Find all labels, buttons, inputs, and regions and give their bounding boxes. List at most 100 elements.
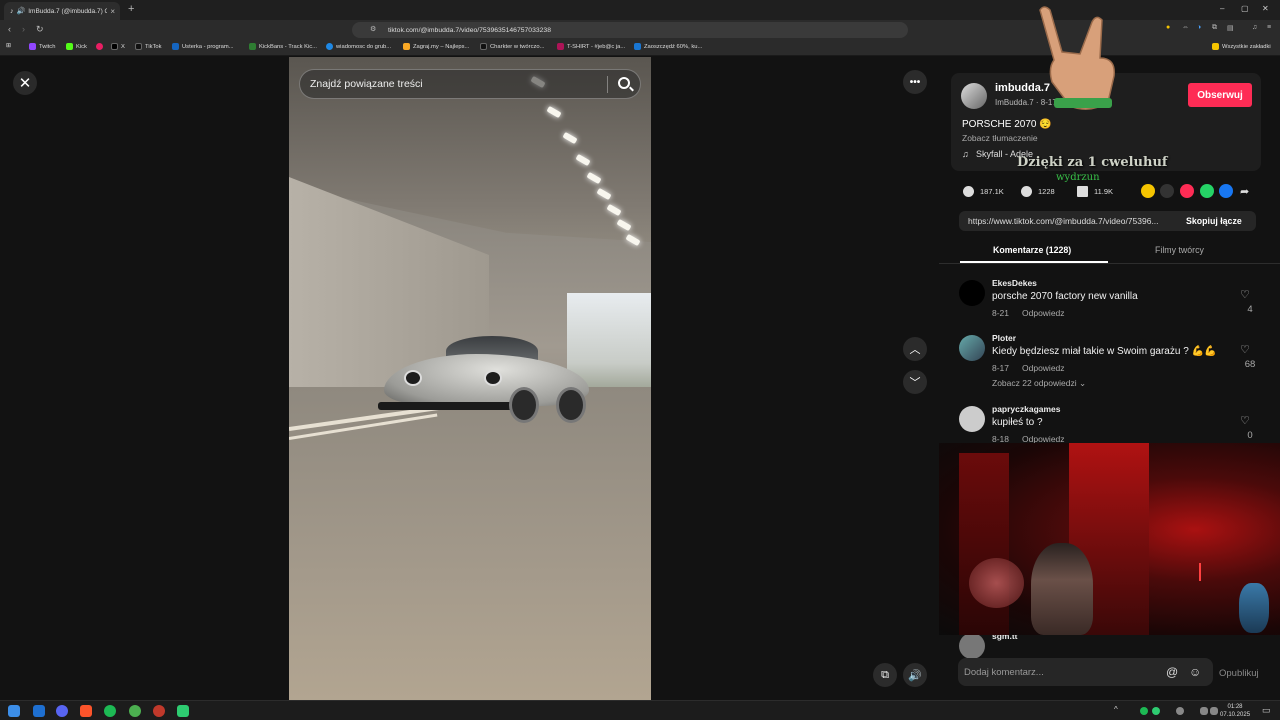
tray-expand-icon[interactable]: ^	[1114, 705, 1118, 714]
menu-icon[interactable]: ≡	[1267, 24, 1271, 31]
copy-link-button[interactable]: Skopiuj łącze	[1186, 216, 1242, 226]
comment-author[interactable]: papryczkagames	[992, 404, 1061, 414]
avatar[interactable]	[959, 335, 985, 361]
heart-icon[interactable]: ♡	[1240, 414, 1250, 427]
browser-tab[interactable]: ♪ 🔊 ImBudda.7 (@imbudda.7) Oficj ×	[4, 2, 120, 20]
bookmark-kick[interactable]: Kick	[66, 43, 87, 50]
volume-icon: 🔊	[908, 669, 922, 682]
avatar[interactable]	[959, 280, 985, 306]
deal-icon	[634, 43, 641, 50]
discord-icon[interactable]	[56, 705, 68, 717]
save-stat[interactable]: 11.9K	[1077, 186, 1113, 197]
bookmark-wiadomosc[interactable]: wiadomosc do grub...	[326, 43, 391, 50]
embed-icon[interactable]	[1160, 184, 1174, 198]
reply-button[interactable]: Odpowiedz	[1022, 308, 1065, 318]
close-video-button[interactable]: ✕	[13, 71, 37, 95]
start-icon[interactable]	[8, 705, 20, 717]
extension-icon-2[interactable]: ⇔	[1182, 24, 1189, 31]
post-comment-button[interactable]: Opublikuj	[1219, 668, 1259, 679]
repost-icon[interactable]	[1141, 184, 1155, 198]
address-bar[interactable]: ⚙ tiktok.com/@imbudda.7/video/7539635146…	[352, 22, 908, 38]
search-divider	[607, 76, 608, 93]
back-icon[interactable]: ‹	[8, 24, 11, 34]
share-icon[interactable]: ➦	[1240, 185, 1249, 198]
reload-icon[interactable]: ↻	[36, 24, 44, 35]
apps-grid-icon[interactable]: ⊞	[6, 43, 11, 49]
tray-icon[interactable]	[1140, 707, 1148, 715]
bookmark-x[interactable]: X	[111, 43, 125, 50]
heart-icon[interactable]: ♡	[1240, 343, 1250, 356]
reply-button[interactable]: Odpowiedz	[1022, 363, 1065, 373]
tab-close-icon[interactable]: ×	[110, 7, 115, 16]
clock-time: 01:28	[1227, 704, 1243, 710]
miniplayer-button[interactable]: ⧉	[873, 663, 897, 687]
comment-author[interactable]: Ploter	[992, 333, 1016, 343]
app-icon-2[interactable]	[177, 705, 189, 717]
like-count: 68	[1244, 359, 1256, 370]
like-stat[interactable]: 187.1K	[963, 186, 1004, 197]
volume-button[interactable]: 🔊	[903, 663, 927, 687]
bookmark-zaoszczedz[interactable]: Zaoszczędź 60%, ku...	[634, 43, 702, 50]
bookmark-zagraj[interactable]: Zagraj.my – Najleps...	[403, 43, 469, 50]
bookmark-charkter[interactable]: Charkter w twórczo...	[480, 43, 544, 50]
hand-blur	[969, 558, 1024, 608]
comment-input[interactable]: Dodaj komentarz... @ ☺	[958, 658, 1213, 686]
avatar[interactable]	[961, 83, 987, 109]
translate-link[interactable]: Zobacz tłumaczenie	[962, 133, 1038, 143]
miniplayer-icon: ⧉	[881, 668, 889, 681]
emoji-icon[interactable]: ☺	[1189, 665, 1201, 679]
bookmark-youtube[interactable]	[96, 43, 103, 50]
bookmark-kickbans[interactable]: KickBans - Track Kic...	[249, 43, 317, 50]
volume-tray-icon[interactable]	[1210, 707, 1218, 715]
new-tab-button[interactable]: +	[128, 3, 134, 15]
chrome-icon[interactable]	[129, 705, 141, 717]
puzzle-icon[interactable]: ⧉	[1212, 24, 1217, 32]
bookmark-usterka[interactable]: Usterka - program...	[172, 43, 234, 50]
more-options-button[interactable]: •••	[903, 70, 927, 94]
spotify-icon[interactable]	[104, 705, 116, 717]
extension-icon-3[interactable]: ◑	[1197, 24, 1201, 31]
sidebar-icon[interactable]: ▤	[1227, 24, 1234, 32]
tab-creator-videos[interactable]: Filmy twórcy	[1155, 245, 1204, 255]
site-info-icon[interactable]: ⚙	[370, 25, 376, 33]
comment-placeholder: Dodaj komentarz...	[964, 666, 1044, 678]
related-search-input[interactable]: Znajdź powiązane treści	[299, 69, 641, 99]
forward-icon[interactable]: ›	[22, 24, 25, 34]
mention-icon[interactable]: @	[1166, 665, 1178, 679]
tray-icon[interactable]	[1152, 707, 1160, 715]
view-replies-button[interactable]: Zobacz 22 odpowiedzi ⌄	[992, 378, 1086, 389]
avatar[interactable]	[959, 406, 985, 432]
notification-icon[interactable]: ▭	[1262, 705, 1271, 716]
extension-yellow-icon[interactable]: ●	[1166, 24, 1170, 31]
avatar[interactable]	[959, 633, 985, 659]
next-video-button[interactable]: ﹀	[903, 370, 927, 394]
network-icon[interactable]	[1200, 707, 1208, 715]
comment-stat[interactable]: 1228	[1021, 186, 1055, 197]
bookmark-tiktok[interactable]: TikTok	[135, 43, 162, 50]
facebook-icon[interactable]	[1219, 184, 1233, 198]
close-window-button[interactable]: ✕	[1262, 4, 1269, 13]
clock[interactable]: 01:28 07.10.2025	[1220, 703, 1250, 719]
maximize-button[interactable]: ▢	[1241, 4, 1249, 13]
discord-icon	[326, 43, 333, 50]
video-player[interactable]	[289, 57, 651, 700]
heart-icon[interactable]: ♡	[1240, 288, 1250, 301]
chevron-down-icon: ﹀	[909, 377, 921, 389]
tab-comments[interactable]: Komentarze (1228)	[993, 245, 1071, 255]
tray-icon[interactable]	[1176, 707, 1184, 715]
previous-video-button[interactable]: ︿	[903, 337, 927, 361]
media-icon[interactable]: ♫	[1252, 24, 1257, 31]
follow-button[interactable]: Obserwuj	[1188, 83, 1252, 107]
obs-icon[interactable]	[153, 705, 165, 717]
send-icon[interactable]	[1180, 184, 1194, 198]
bookmark-tshirt[interactable]: T-SHIRT - #jeb@c ja...	[557, 43, 625, 50]
app-icon[interactable]	[33, 705, 45, 717]
search-icon[interactable]	[618, 77, 630, 89]
whatsapp-icon[interactable]	[1200, 184, 1214, 198]
bookmark-twitch[interactable]: Twitch	[29, 43, 55, 50]
comment-author[interactable]: EkesDekes	[992, 278, 1037, 288]
tiktok-icon	[135, 43, 142, 50]
minimize-button[interactable]: –	[1220, 4, 1224, 13]
brave-icon[interactable]	[80, 705, 92, 717]
all-bookmarks[interactable]: Wszystkie zakładki	[1212, 43, 1271, 50]
